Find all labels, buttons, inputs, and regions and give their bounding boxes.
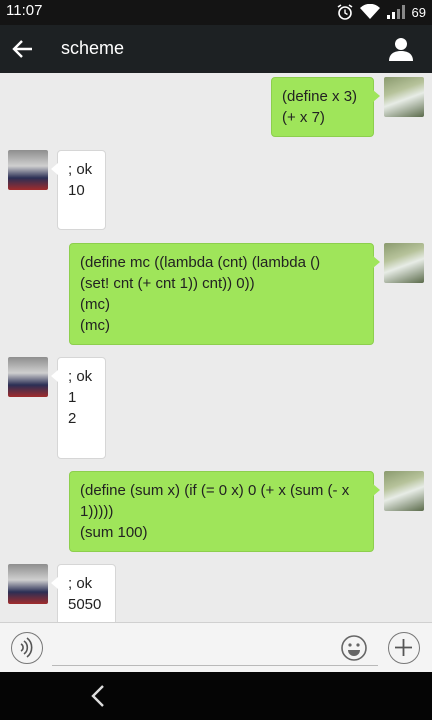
status-icons: 69 <box>336 3 426 21</box>
bot-avatar[interactable] <box>8 357 48 397</box>
emoji-icon[interactable] <box>340 634 368 662</box>
alarm-icon <box>337 4 352 20</box>
status-bar: 11:07 69 <box>0 0 432 25</box>
plus-icon <box>395 639 412 656</box>
bot-message[interactable]: ; ok 1 2 <box>51 357 106 459</box>
voice-icon <box>20 637 33 658</box>
bot-avatar[interactable] <box>8 150 48 190</box>
bot-avatar[interactable] <box>8 564 48 604</box>
message-input[interactable] <box>52 631 378 666</box>
more-button[interactable] <box>388 632 420 664</box>
my-message[interactable]: (define x 3) (+ x 7) <box>271 77 380 137</box>
my-avatar[interactable] <box>384 77 424 117</box>
status-time: 11:07 <box>6 2 43 19</box>
system-nav-bar <box>0 672 432 720</box>
my-avatar[interactable] <box>384 471 424 511</box>
signal-icon <box>386 5 405 19</box>
back-arrow-icon[interactable] <box>10 36 36 62</box>
my-avatar[interactable] <box>384 243 424 283</box>
wifi-icon <box>359 4 380 19</box>
profile-icon[interactable] <box>388 36 414 62</box>
chat-area[interactable]: (define x 3) (+ x 7) ; ok 10 (define mc … <box>0 73 432 622</box>
my-message[interactable]: (define mc ((lambda (cnt) (lambda () (se… <box>69 243 380 345</box>
input-bar <box>0 622 432 673</box>
chat-title: scheme <box>61 38 125 58</box>
my-message[interactable]: (define (sum x) (if (= 0 x) 0 (+ x (sum … <box>69 471 380 552</box>
bot-message[interactable]: ; ok 5050 <box>51 564 116 622</box>
battery-level: 69 <box>411 4 426 20</box>
nav-back-icon[interactable] <box>88 684 108 708</box>
voice-button[interactable] <box>11 632 43 664</box>
app-bar: scheme <box>0 25 432 73</box>
bot-message[interactable]: ; ok 10 <box>51 150 106 230</box>
